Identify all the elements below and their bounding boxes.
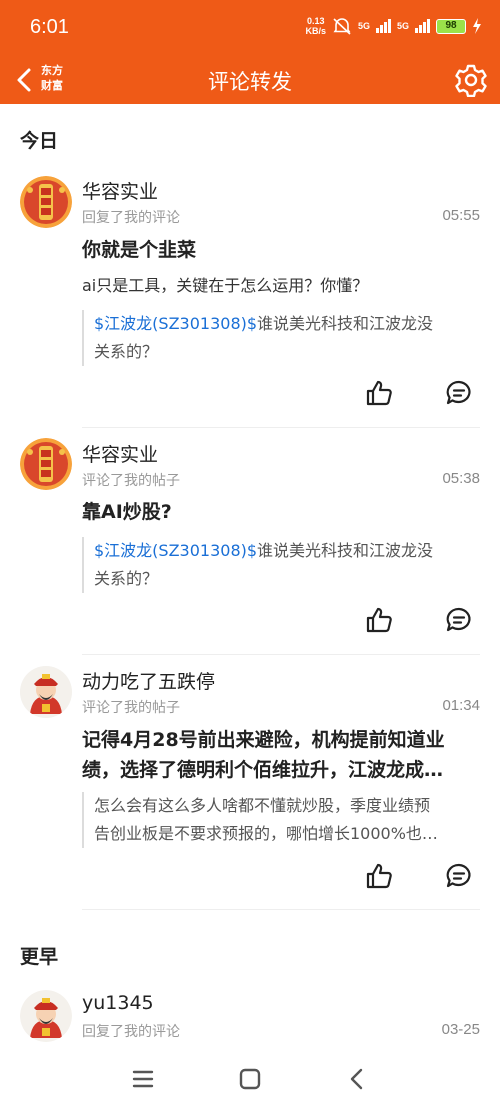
avatar[interactable]: [20, 176, 72, 228]
quote-line2: 关系的？: [94, 342, 159, 361]
avatar[interactable]: [20, 990, 72, 1042]
divider: [82, 427, 480, 428]
comment-title[interactable]: 靠AI炒股?: [82, 497, 480, 527]
gear-icon[interactable]: [454, 63, 488, 97]
status-time: 6:01: [30, 16, 69, 38]
timestamp: 05:55: [442, 207, 480, 224]
status-indicators: 0.13 KB/s 5G 5G 98: [305, 16, 482, 36]
avatar[interactable]: [20, 438, 72, 490]
quote-line1: 谁说美光科技和江波龙没: [257, 541, 434, 560]
sim2-label: 5G: [396, 21, 409, 31]
divider: [82, 654, 480, 655]
action-text: 评论了我的帖子: [82, 700, 180, 716]
comment-title[interactable]: 你就是个韭菜: [82, 235, 480, 265]
avatar-image: [20, 176, 72, 228]
network-speed: 0.13 KB/s: [305, 16, 326, 36]
comment-title[interactable]: 记得4月28号前出来避险，机构提前知道业 绩，选择了德明利个佰维拉升，江波龙成…: [82, 725, 480, 785]
comment-icon[interactable]: [444, 605, 474, 635]
like-icon[interactable]: [364, 378, 394, 408]
home-icon[interactable]: [235, 1064, 265, 1094]
quote-line2: 告创业板是不要求预报的，哪怕增长1000%也…: [94, 824, 438, 843]
quoted-post[interactable]: $江波龙(SZ301308)$谁说美光科技和江波龙没 关系的？: [82, 537, 480, 593]
network-speed-unit: KB/s: [305, 26, 326, 36]
like-icon[interactable]: [364, 605, 394, 635]
action-text: 回复了我的评论: [82, 210, 180, 226]
app-header: 东方 财富 评论转发: [0, 56, 500, 104]
quote-line1: 谁说美光科技和江波龙没: [257, 314, 434, 333]
comment-icon[interactable]: [444, 861, 474, 891]
section-title-today: 今日: [20, 130, 59, 152]
mute-icon: [333, 18, 351, 35]
quote-line1: 怎么会有这么多人啥都不懂就炒股，季度业绩预: [94, 796, 431, 815]
like-icon[interactable]: [364, 861, 394, 891]
quoted-post[interactable]: 怎么会有这么多人啥都不懂就炒股，季度业绩预 告创业板是不要求预报的，哪怕增长10…: [82, 792, 480, 848]
username[interactable]: yu1345: [82, 992, 154, 1014]
comment-icon[interactable]: [444, 378, 474, 408]
stock-link[interactable]: $江波龙(SZ301308)$: [94, 541, 257, 560]
section-title-earlier: 更早: [20, 946, 59, 968]
status-bar: 6:01 0.13 KB/s 5G 5G 98: [0, 0, 500, 56]
sim1-label: 5G: [357, 20, 370, 31]
comment-title-line1: 记得4月28号前出来避险，机构提前知道业: [82, 729, 445, 751]
divider: [82, 909, 480, 910]
username[interactable]: 动力吃了五跌停: [82, 667, 215, 694]
username[interactable]: 华容实业: [82, 440, 158, 467]
avatar-image: [20, 438, 72, 490]
quote-line2: 关系的？: [94, 569, 159, 588]
quoted-post[interactable]: $江波龙(SZ301308)$谁说美光科技和江波龙没 关系的？: [82, 310, 480, 366]
avatar-image: [20, 990, 72, 1042]
charging-icon: [473, 18, 481, 34]
timestamp: 01:34: [442, 697, 480, 714]
battery-indicator: 98: [436, 18, 466, 34]
page-title: 评论转发: [208, 70, 292, 94]
timestamp: 03-25: [441, 1021, 480, 1038]
action-text: 评论了我的帖子: [82, 473, 180, 489]
menu-icon[interactable]: [128, 1064, 158, 1094]
action-text: 回复了我的评论: [82, 1024, 180, 1040]
comment-title-line2: 绩，选择了德明利个佰维拉升，江波龙成…: [82, 759, 444, 781]
stock-link[interactable]: $江波龙(SZ301308)$: [94, 314, 257, 333]
network-speed-value: 0.13: [306, 16, 325, 26]
timestamp: 05:38: [442, 470, 480, 487]
sim1-indicator: 5G: [357, 20, 370, 31]
username[interactable]: 华容实业: [82, 177, 158, 204]
signal-icon: [415, 19, 430, 33]
system-nav-bar: [0, 1048, 500, 1111]
signal-icon: [375, 19, 391, 33]
nav-back-icon[interactable]: [342, 1064, 372, 1094]
avatar-image: [20, 666, 72, 718]
comment-text[interactable]: ai只是工具，关键在于怎么运用？你懂？: [82, 272, 480, 300]
avatar[interactable]: [20, 666, 72, 718]
